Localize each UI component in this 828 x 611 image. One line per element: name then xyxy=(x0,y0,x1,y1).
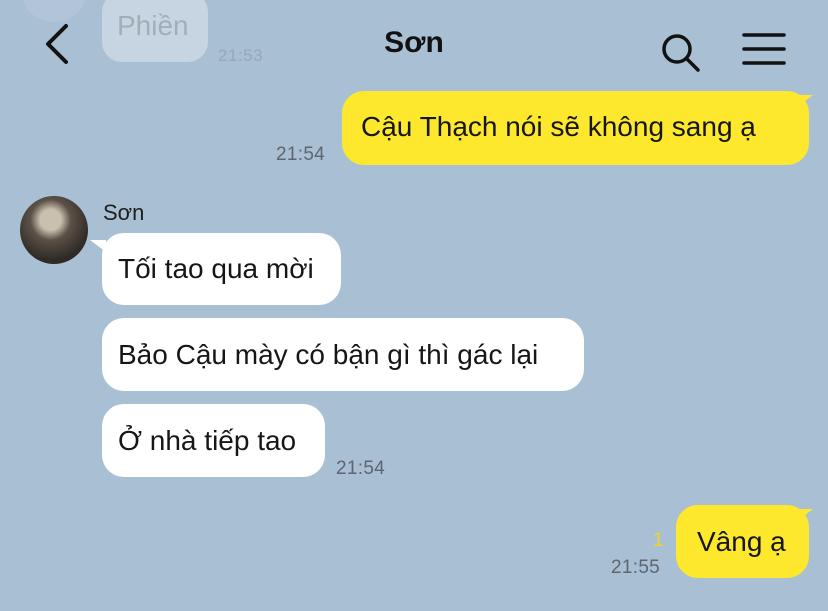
message-text: Bảo Cậu mày có bận gì thì gác lại xyxy=(118,339,539,370)
outgoing-message-bubble[interactable]: Cậu Thạch nói sẽ không sang ạ xyxy=(342,91,809,165)
sender-name: Sơn xyxy=(103,200,145,225)
search-icon xyxy=(662,34,700,72)
message-text: Ở nhà tiếp tao xyxy=(118,425,297,456)
outgoing-message-bubble[interactable]: Vâng ạ xyxy=(676,505,809,578)
menu-icon xyxy=(742,33,786,65)
message-text: Cậu Thạch nói sẽ không sang ạ xyxy=(361,111,756,142)
message-time: 21:55 xyxy=(611,557,661,578)
search-button[interactable] xyxy=(660,32,702,74)
message-time: 21:54 xyxy=(336,458,386,479)
previous-avatar xyxy=(22,0,86,22)
sender-avatar[interactable] xyxy=(20,196,88,264)
message-text: Tối tao qua mời xyxy=(118,253,314,284)
menu-button[interactable] xyxy=(742,30,786,70)
chat-title: Sơn xyxy=(384,26,444,59)
unread-count: 1 xyxy=(653,530,664,551)
incoming-message-bubble[interactable]: Bảo Cậu mày có bận gì thì gác lại xyxy=(102,318,584,391)
message-time: 21:54 xyxy=(276,144,326,165)
incoming-message-bubble[interactable]: Tối tao qua mời xyxy=(102,233,341,305)
message-text: Vâng ạ xyxy=(697,526,786,557)
incoming-message-bubble[interactable]: Ở nhà tiếp tao xyxy=(102,404,325,477)
